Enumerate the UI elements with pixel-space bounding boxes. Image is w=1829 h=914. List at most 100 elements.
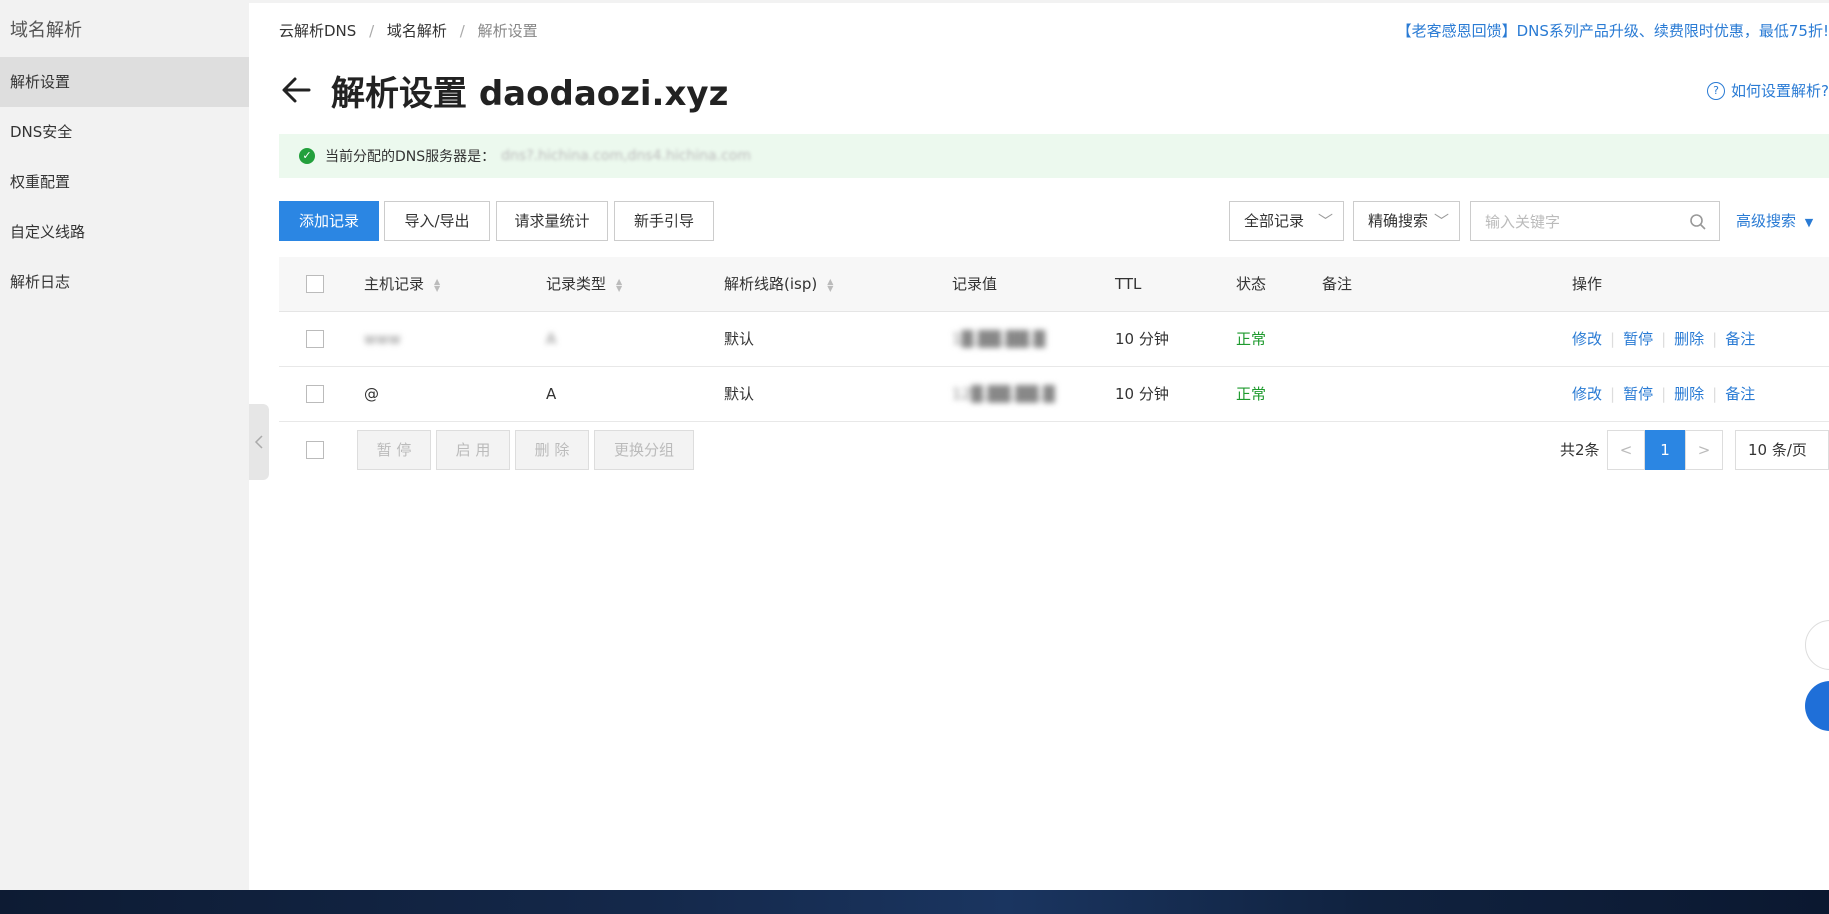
type-cell: A (546, 330, 557, 348)
edit-link[interactable]: 修改 (1572, 330, 1602, 348)
page-title: 解析设置 daodaozi.xyz (331, 73, 729, 114)
sidebar-item-dns-log[interactable]: 解析日志 (0, 257, 249, 307)
search-box (1470, 201, 1720, 241)
line-cell: 默认 (724, 385, 755, 403)
table-row: @ A 默认 12█.██.██.█ 10 分钟 正常 修改 | 暂停 | 删除 | 备注 (279, 367, 1829, 422)
page-1-button[interactable]: 1 (1645, 430, 1685, 470)
sidebar-item-weight-config[interactable]: 权重配置 (0, 157, 249, 207)
main-content: 云解析DNS / 域名解析 / 解析设置 【老客感恩回馈】DNS系列产品升级、续… (279, 0, 1829, 890)
total-count: 共2条 (1560, 441, 1600, 459)
status-cell: 正常 (1236, 385, 1267, 403)
column-header-value: 记录值 (952, 275, 998, 293)
search-mode-select[interactable]: 精确搜索 ﹀ (1353, 201, 1460, 241)
search-icon[interactable] (1689, 213, 1707, 231)
column-header-host[interactable]: 主机记录 ▲ ▼ (364, 257, 440, 311)
advanced-search-label: 高级搜索 (1736, 212, 1797, 230)
breadcrumb-item-domain-dns[interactable]: 域名解析 (387, 22, 447, 40)
column-header-actions: 操作 (1572, 275, 1603, 293)
bulk-enable-button[interactable]: 启 用 (436, 430, 510, 470)
records-table: 主机记录 ▲ ▼ 记录类型 ▲ ▼ 解析线路(isp) ▲ ▼ 记录值 TTL 状态 备注 … (279, 257, 1829, 422)
note-link[interactable]: 备注 (1725, 330, 1755, 348)
check-circle-icon: ✓ (299, 148, 315, 164)
column-header-label: 解析线路(isp) (724, 275, 818, 293)
promo-link[interactable]: 【老客感恩回馈】DNS系列产品升级、续费限时优惠，最低75折! (1397, 20, 1829, 41)
status-cell: 正常 (1236, 330, 1267, 348)
bulk-action-bar: 暂 停 启 用 删 除 更换分组 共2条 < 1 > 10 条/页 (279, 430, 1829, 470)
breadcrumb-item-cloud-dns[interactable]: 云解析DNS (279, 22, 356, 40)
table-row: www A 默认 1█.██.██.█ 10 分钟 正常 修改 | 暂停 | 删除 | 备注 (279, 312, 1829, 367)
toolbar: 添加记录 导入/导出 请求量统计 新手引导 全部记录 ﹀ 精确搜索 ﹀ 高级搜索 (279, 201, 1829, 241)
app-window: 域名解析 解析设置 DNS安全 权重配置 自定义线路 解析日志 云解析DNS /… (0, 0, 1829, 890)
note-link[interactable]: 备注 (1725, 385, 1755, 403)
row-actions: 修改 | 暂停 | 删除 | 备注 (1572, 367, 1755, 421)
question-icon: ? (1707, 81, 1726, 100)
delete-link[interactable]: 删除 (1674, 330, 1704, 348)
dns-server-label: 当前分配的DNS服务器是： (325, 149, 496, 165)
sidebar-item-custom-line[interactable]: 自定义线路 (0, 207, 249, 257)
desktop-taskbar-strip (0, 890, 1829, 914)
edit-link[interactable]: 修改 (1572, 385, 1602, 403)
bulk-pause-button[interactable]: 暂 停 (357, 430, 431, 470)
import-export-button[interactable]: 导入/导出 (384, 201, 490, 241)
breadcrumb: 云解析DNS / 域名解析 / 解析设置 (279, 20, 538, 41)
table-header: 主机记录 ▲ ▼ 记录类型 ▲ ▼ 解析线路(isp) ▲ ▼ 记录值 TTL 状态 备注 … (279, 257, 1829, 312)
type-cell: A (546, 385, 557, 403)
delete-link[interactable]: 删除 (1674, 385, 1704, 403)
record-filter-value: 全部记录 (1244, 212, 1305, 230)
dns-server-banner: ✓ 当前分配的DNS服务器是： dns?.hichina.com,dns4.hi… (279, 134, 1829, 178)
chevron-down-icon: ﹀ (1317, 212, 1333, 230)
row-actions: 修改 | 暂停 | 删除 | 备注 (1572, 312, 1755, 366)
column-header-note: 备注 (1322, 275, 1353, 293)
action-divider: | (1610, 385, 1616, 403)
value-cell: 1█.██.██.█ (952, 330, 1046, 348)
sort-icon: ▲ ▼ (434, 276, 441, 293)
row-checkbox[interactable] (306, 385, 324, 403)
select-all-checkbox[interactable] (306, 275, 324, 293)
request-stats-button[interactable]: 请求量统计 (496, 201, 608, 241)
action-divider: | (1712, 385, 1718, 403)
bulk-change-group-button[interactable]: 更换分组 (594, 430, 694, 470)
help-link[interactable]: ? 如何设置解析? (1707, 80, 1829, 101)
search-input[interactable] (1483, 203, 1667, 241)
value-cell: 12█.██.██.█ (952, 385, 1055, 403)
breadcrumb-separator: / (459, 22, 465, 40)
dns-server-value: dns?.hichina.com,dns4.hichina.com (501, 148, 751, 164)
help-link-label: 如何设置解析? (1731, 82, 1829, 100)
sidebar-item-dns-security[interactable]: DNS安全 (0, 107, 249, 157)
column-header-status: 状态 (1236, 275, 1267, 293)
chevron-left-icon (254, 435, 263, 449)
record-filter-select[interactable]: 全部记录 ﹀ (1229, 201, 1344, 241)
pause-link[interactable]: 暂停 (1623, 385, 1653, 403)
bulk-delete-button[interactable]: 删 除 (515, 430, 589, 470)
search-mode-value: 精确搜索 (1368, 212, 1429, 230)
action-divider: | (1712, 330, 1718, 348)
breadcrumb-separator: / (369, 22, 375, 40)
action-divider: | (1661, 330, 1667, 348)
host-cell: www (364, 330, 401, 348)
pause-link[interactable]: 暂停 (1623, 330, 1653, 348)
sidebar-title: 域名解析 (10, 20, 82, 41)
add-record-button[interactable]: 添加记录 (279, 201, 379, 241)
column-header-line[interactable]: 解析线路(isp) ▲ ▼ (724, 257, 833, 311)
beginner-guide-button[interactable]: 新手引导 (614, 201, 714, 241)
ttl-cell: 10 分钟 (1115, 385, 1169, 403)
host-cell: @ (364, 385, 379, 403)
breadcrumb-item-current: 解析设置 (477, 22, 538, 40)
ttl-cell: 10 分钟 (1115, 330, 1169, 348)
column-header-type[interactable]: 记录类型 ▲ ▼ (546, 257, 622, 311)
prev-page-button[interactable]: < (1607, 430, 1645, 470)
next-page-button[interactable]: > (1685, 430, 1723, 470)
sort-icon: ▲ ▼ (616, 276, 623, 293)
bulk-select-checkbox[interactable] (306, 441, 324, 459)
sidebar-item-dns-settings[interactable]: 解析设置 (0, 57, 249, 107)
caret-down-icon: ▼ (1804, 216, 1814, 229)
back-arrow-icon[interactable] (279, 72, 315, 108)
page-size-select[interactable]: 10 条/页 (1735, 430, 1829, 470)
page-size-value: 10 条/页 (1748, 441, 1807, 459)
column-header-ttl: TTL (1115, 275, 1142, 293)
line-cell: 默认 (724, 330, 755, 348)
sort-icon: ▲ ▼ (827, 276, 834, 293)
advanced-search-toggle[interactable]: 高级搜索 ▼ (1736, 201, 1813, 241)
row-checkbox[interactable] (306, 330, 324, 348)
sidebar-collapse-button[interactable] (249, 404, 269, 480)
